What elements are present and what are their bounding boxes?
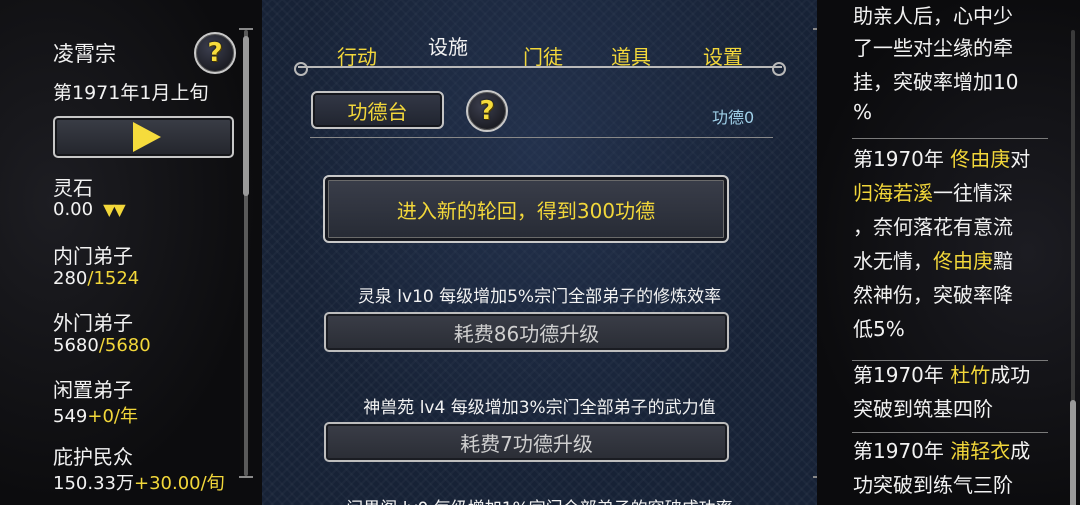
log-character-name: 佟由庚 <box>950 147 1011 171</box>
log-text: 低5% <box>853 317 905 341</box>
log-line: 第1970年 浦轻衣成 <box>853 435 1030 464</box>
log-text: 第1970年 <box>853 147 951 171</box>
right-scrollbar-thumb[interactable] <box>1070 400 1076 505</box>
inner-disciples-max: 1524 <box>93 268 140 289</box>
log-line: 第1970年 佟由庚对 <box>853 143 1030 172</box>
tab-settings[interactable]: 设置 <box>684 40 762 72</box>
right-scrollbar[interactable] <box>1070 30 1076 505</box>
question-mark-icon: ? <box>479 96 495 126</box>
tab-facility[interactable]: 设施 <box>408 18 488 68</box>
log-line: 功突破到练气三阶 <box>853 469 1013 498</box>
log-line: 助亲人后，心中少 <box>853 0 1013 29</box>
spirit-spring-desc: 灵泉 lv10 每级增加5%宗门全部弟子的修炼效率 <box>357 287 722 307</box>
advance-time-button[interactable] <box>53 116 234 158</box>
log-text: 挂，突破率增加10 <box>853 70 1019 94</box>
log-text: 对 <box>1010 147 1031 171</box>
log-line: 突破到筑基四阶 <box>853 393 993 422</box>
log-text: 一往情深 <box>933 181 1013 205</box>
left-scrollbar-thumb[interactable] <box>243 36 249 196</box>
tab-action[interactable]: 行动 <box>318 40 396 72</box>
idle-disciples-rate: +0/年 <box>87 406 138 427</box>
sect-help-button[interactable]: ? <box>194 32 236 74</box>
log-text: 成功 <box>990 363 1031 387</box>
log-text: % <box>853 100 873 124</box>
spirit-stone-label: 灵石 <box>53 176 93 200</box>
tab-disciples[interactable]: 门徒 <box>504 40 582 72</box>
reincarnate-button[interactable]: 进入新的轮回，得到300功德 <box>323 175 729 243</box>
play-icon <box>132 122 161 152</box>
log-line: 了一些对尘缘的牵 <box>853 32 1013 61</box>
log-line: 水无情，佟由庚黯 <box>853 245 1013 274</box>
left-scroll-cap-bottom <box>239 476 253 478</box>
outer-disciples-label: 外门弟子 <box>53 311 133 335</box>
merit-help-button[interactable]: ? <box>466 90 508 132</box>
log-text: 成 <box>1010 439 1031 463</box>
log-separator <box>852 432 1048 433</box>
log-line: 第1970年 杜竹成功 <box>853 359 1030 388</box>
spirit-stone-amount: 0.00 <box>53 199 94 220</box>
idle-disciples-current: 549 <box>53 406 88 427</box>
question-mark-icon: ? <box>207 38 223 68</box>
log-text: 水无情， <box>853 249 933 273</box>
spirit-stone-value: 0.00 ▼▼ <box>53 199 126 220</box>
outer-disciples-current: 5680 <box>53 335 99 356</box>
idle-disciples-value: 549+0/年 <box>53 402 138 428</box>
log-text: 第1970年 <box>853 363 951 387</box>
log-text: 功突破到练气三阶 <box>853 473 1013 497</box>
log-line: 然神伤，突破率降 <box>853 279 1013 308</box>
log-text: 第1970年 <box>853 439 951 463</box>
merit-platform-title[interactable]: 功德台 <box>311 91 444 129</box>
log-text: 黯 <box>993 249 1013 273</box>
game-date: 第1971年1月上旬 <box>53 82 209 104</box>
double-down-arrow-icon[interactable]: ▼▼ <box>103 200 126 219</box>
protected-people-rate: +30.00/旬 <box>133 473 225 494</box>
fate-pavilion-desc: 问果阁 lv0 每级增加1%宗门全部弟子的突破成功率 <box>262 494 817 505</box>
log-separator <box>852 360 1048 361</box>
merit-counter: 功德0 <box>712 108 755 127</box>
log-line: 挂，突破率增加10 <box>853 66 1018 95</box>
log-text: 突破到筑基四阶 <box>853 397 993 421</box>
inner-disciples-current: 280 <box>53 268 88 289</box>
log-text: 助亲人后，心中少 <box>853 4 1013 28</box>
log-separator <box>852 138 1048 139</box>
protected-people-current: 150.33万 <box>53 473 134 494</box>
idle-disciples-label: 闲置弟子 <box>53 378 133 402</box>
beast-garden-desc: 神兽苑 lv4 每级增加3%宗门全部弟子的武力值 <box>363 398 716 418</box>
log-line: % <box>853 100 872 124</box>
protected-people-value: 150.33万+30.00/旬 <box>53 469 225 495</box>
outer-disciples-max: 5680 <box>104 335 151 356</box>
log-line: 低5% <box>853 313 905 342</box>
log-character-name: 浦轻衣 <box>950 439 1011 463</box>
beast-garden-upgrade-button[interactable]: 耗费7功德升级 <box>324 422 729 462</box>
sect-name: 凌霄宗 <box>53 42 116 66</box>
panel-divider <box>310 137 773 138</box>
tab-items[interactable]: 道具 <box>592 40 670 72</box>
log-text: 了一些对尘缘的牵 <box>853 36 1013 60</box>
log-text: 然神伤，突破率降 <box>853 283 1013 307</box>
log-character-name: 佟由庚 <box>933 249 993 273</box>
log-text: ，奈何落花有意流 <box>853 215 1013 239</box>
left-scrollbar[interactable] <box>243 30 249 476</box>
inner-disciples-label: 内门弟子 <box>53 244 133 268</box>
protected-people-label: 庇护民众 <box>53 445 133 469</box>
log-line: 归海若溪一往情深 <box>853 177 1013 206</box>
outer-disciples-value: 5680/5680 <box>53 335 151 356</box>
log-line: ，奈何落花有意流 <box>853 211 1013 240</box>
inner-disciples-value: 280/1524 <box>53 268 139 289</box>
log-character-name: 归海若溪 <box>853 181 933 205</box>
spirit-spring-upgrade-button[interactable]: 耗费86功德升级 <box>324 312 729 352</box>
log-character-name: 杜竹 <box>950 363 991 387</box>
